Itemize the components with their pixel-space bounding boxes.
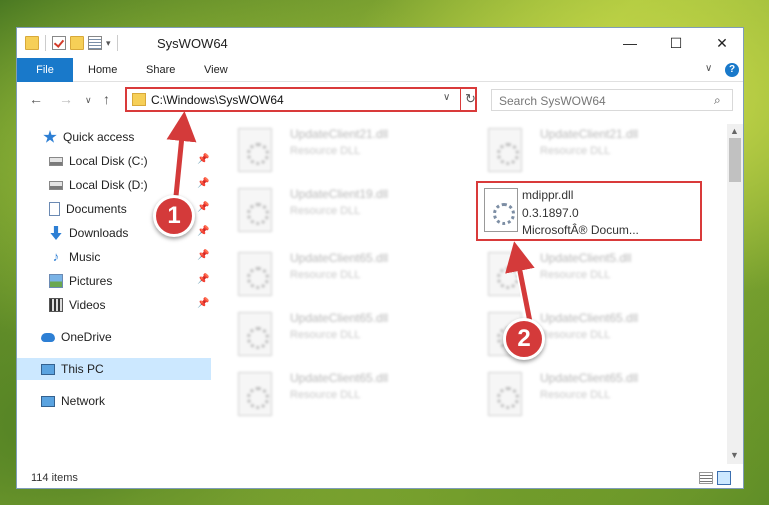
step-badge-2: 2 xyxy=(503,318,545,360)
annotation-arrows xyxy=(166,111,535,323)
step-badge-1: 1 xyxy=(153,195,195,237)
